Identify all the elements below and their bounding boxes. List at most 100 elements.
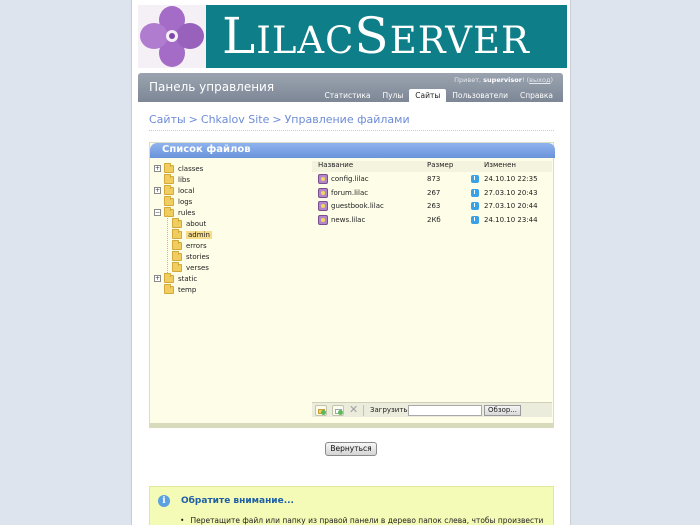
folder-icon (172, 250, 182, 261)
back-button[interactable]: Вернуться (325, 442, 377, 456)
folder-icon (172, 239, 182, 250)
folder-icon (164, 195, 174, 206)
page-container: LILACSERVER Панель управления Привет, su… (131, 0, 571, 525)
lilac-file-icon (318, 174, 328, 184)
file-toolbar: ✕ Загрузить Обзор... (312, 402, 552, 417)
column-name[interactable]: Название (318, 161, 353, 169)
nav-tab-users[interactable]: Пользователи (446, 89, 514, 102)
file-modified: 27.03.10 20:43 (484, 188, 538, 197)
folder-icon (164, 184, 174, 195)
upload-label: Загрузить (370, 406, 408, 414)
file-name: forum.lilac (331, 188, 369, 197)
file-name: news.lilac (331, 215, 366, 224)
breadcrumb: Сайты > Chkalov Site > Управление файлами (149, 113, 410, 126)
file-manager-footer (150, 423, 553, 428)
nav-tab-sites[interactable]: Сайты (409, 89, 447, 102)
breadcrumb-site[interactable]: Chkalov Site (201, 113, 269, 126)
expand-toggle-icon[interactable]: + (154, 187, 161, 194)
tree-item-label: admin (186, 230, 212, 239)
expand-toggle-icon[interactable]: + (154, 275, 161, 282)
lilac-flower-icon (138, 5, 206, 68)
lilac-file-icon (318, 187, 328, 198)
file-size: 873 (427, 175, 441, 183)
tree-item[interactable]: + static (154, 272, 198, 284)
upload-file-input[interactable] (408, 405, 482, 416)
clock-icon (471, 202, 479, 210)
file-row[interactable]: forum.lilac 267 27.03.10 20:43 (312, 187, 552, 200)
file-manager-panel: Список файлов + classes libs + local logs − rul… (149, 142, 555, 428)
new-folder-button[interactable] (315, 405, 327, 416)
file-modified: 24.10.10 23:44 (484, 215, 538, 224)
tree-item[interactable]: errors (172, 239, 207, 251)
clock-icon (471, 175, 479, 183)
tree-item[interactable]: temp (154, 283, 197, 295)
tree-item[interactable]: verses (172, 261, 209, 273)
user-greeting: Привет, supervisor! (выход) (454, 76, 553, 84)
folder-icon (172, 217, 182, 228)
tree-item-label: errors (186, 241, 207, 250)
main-nav: Статистика Пулы Сайты Пользователи Справ… (319, 89, 559, 102)
lilac-file-icon (318, 201, 328, 211)
expand-toggle-icon[interactable]: + (154, 165, 161, 172)
clock-icon (471, 188, 479, 197)
notice-box: i Обратите внимание... Перетащите файл и… (149, 486, 554, 525)
tree-item[interactable]: libs (154, 173, 190, 185)
file-modified: 24.10.10 22:35 (484, 175, 538, 183)
info-icon: i (158, 495, 170, 507)
delete-icon[interactable]: ✕ (349, 404, 358, 416)
file-row[interactable]: guestbook.lilac 263 27.03.10 20:44 (312, 200, 552, 213)
breadcrumb-current: Управление файлами (284, 113, 410, 126)
file-name: guestbook.lilac (331, 202, 384, 210)
divider (149, 130, 554, 131)
column-modified[interactable]: Изменен (484, 161, 516, 169)
tree-item-label: stories (186, 252, 210, 261)
folder-icon (164, 272, 174, 283)
folder-icon (172, 228, 182, 239)
file-size: 263 (427, 202, 441, 210)
logo-wordmark: LILACSERVER (222, 7, 530, 65)
nav-tab-statistics[interactable]: Статистика (319, 89, 377, 102)
file-row[interactable]: config.lilac 873 24.10.10 22:35 (312, 173, 552, 186)
notice-title: Обратите внимание... (181, 496, 294, 506)
column-size[interactable]: Размер (427, 161, 453, 169)
tree-item-label: rules (178, 208, 196, 217)
tree-item-label: local (178, 186, 195, 195)
control-panel-header: Панель управления Привет, supervisor! (в… (138, 73, 563, 102)
new-file-button[interactable] (332, 405, 344, 416)
folder-icon (172, 261, 182, 272)
lilac-file-icon (318, 214, 328, 225)
tree-item[interactable]: about (172, 217, 207, 229)
tree-item-label: logs (178, 197, 193, 206)
nav-tab-help[interactable]: Справка (514, 89, 559, 102)
plus-icon (321, 410, 326, 415)
nav-tab-pools[interactable]: Пулы (376, 89, 409, 102)
file-row[interactable]: news.lilac 2Кб 24.10.10 23:44 (312, 214, 552, 227)
breadcrumb-sites[interactable]: Сайты (149, 113, 186, 126)
folder-icon (164, 283, 174, 294)
tree-connector (167, 215, 168, 273)
tree-item-label: static (178, 274, 198, 283)
tree-item-label: classes (178, 164, 204, 173)
browse-button[interactable]: Обзор... (484, 405, 521, 416)
tree-item[interactable]: logs (154, 195, 193, 207)
expand-toggle-icon[interactable]: − (154, 209, 161, 216)
tree-item-label: about (186, 219, 207, 228)
tree-item[interactable]: stories (172, 250, 210, 262)
logout-link[interactable]: выход (529, 76, 550, 84)
tree-item-label: libs (178, 175, 190, 184)
tree-item[interactable]: + classes (154, 162, 204, 174)
folder-icon (164, 173, 174, 184)
tree-item[interactable]: + local (154, 184, 195, 196)
notice-item: Перетащите файл или папку из правой пане… (180, 516, 543, 525)
tree-item[interactable]: − rules (154, 206, 196, 218)
logo-banner: LILACSERVER (138, 5, 567, 68)
username: supervisor (483, 76, 522, 84)
folder-icon (164, 162, 174, 173)
tree-item[interactable]: admin (172, 228, 212, 240)
file-manager-title: Список файлов (162, 144, 251, 155)
file-list-header: Название Размер Изменен (312, 161, 552, 172)
plus-icon (338, 410, 343, 415)
tree-item-label: temp (178, 285, 197, 294)
